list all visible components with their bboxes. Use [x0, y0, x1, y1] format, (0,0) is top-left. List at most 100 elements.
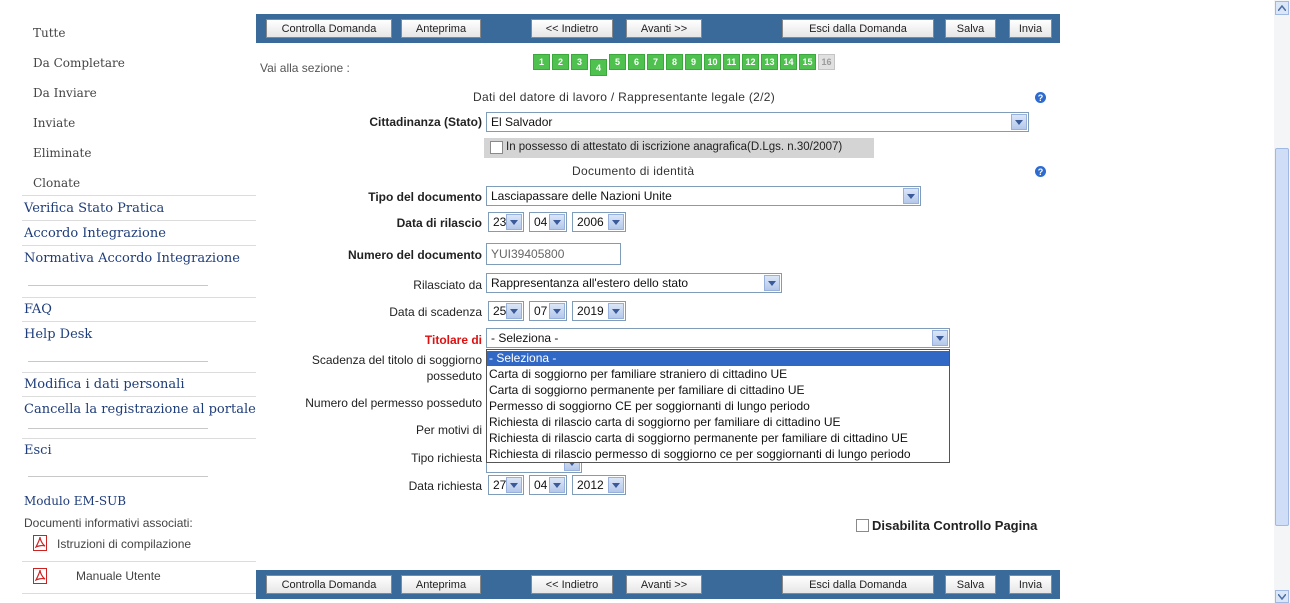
section-nav-15[interactable]: 15 [799, 54, 816, 70]
data-richiesta-day-select[interactable]: 27 [488, 475, 524, 495]
attestato-label: In possesso di attestato di iscrizione a… [506, 141, 843, 153]
help-icon[interactable]: ? [1035, 92, 1046, 103]
doc-istruzioni-link[interactable]: Istruzioni di compilazione [57, 537, 191, 551]
sidebar-link-esci[interactable]: Esci [24, 443, 52, 458]
dropdown-option[interactable]: Carta di soggiorno per familiare stranie… [487, 367, 949, 382]
data-rilascio-day-select[interactable]: 23 [488, 212, 524, 232]
data-rilascio-day: 23 [493, 215, 507, 229]
numero-documento-input[interactable]: YUI39405800 [486, 243, 621, 265]
attestato-row: In possesso di attestato di iscrizione a… [484, 138, 874, 158]
controlla-domanda-button[interactable]: Controlla Domanda [266, 19, 392, 38]
dropdown-option[interactable]: Permesso di soggiorno CE per soggiornant… [487, 399, 949, 414]
sidebar: Tutte Da Completare Da Inviare Inviate E… [0, 0, 256, 603]
section-nav-3[interactable]: 3 [571, 54, 588, 70]
data-rilascio-year-select[interactable]: 2006 [572, 212, 626, 232]
scrollbar[interactable] [1274, 0, 1290, 603]
sidebar-item-eliminate[interactable]: Eliminate [33, 146, 91, 160]
cittadinanza-select[interactable]: El Salvador [486, 112, 1029, 132]
dropdown-option[interactable]: Richiesta di rilascio permesso di soggio… [487, 447, 949, 462]
section-nav-6[interactable]: 6 [628, 54, 645, 70]
sidebar-item-da-inviare[interactable]: Da Inviare [33, 86, 97, 100]
sidebar-item-inviate[interactable]: Inviate [33, 116, 75, 130]
section-nav-8[interactable]: 8 [666, 54, 683, 70]
data-richiesta-year-select[interactable]: 2012 [572, 475, 626, 495]
invia-button[interactable]: Invia [1009, 575, 1052, 594]
sidebar-link-modifica-dati[interactable]: Modifica i dati personali [24, 377, 185, 392]
indietro-button[interactable]: << Indietro [531, 19, 613, 38]
section-nav-11[interactable]: 11 [723, 54, 740, 70]
avanti-button[interactable]: Avanti >> [626, 575, 702, 594]
section-nav-10[interactable]: 10 [704, 54, 721, 70]
section-nav-16: 16 [818, 54, 835, 70]
numero-permesso-label: Numero del permesso posseduto [305, 396, 482, 410]
data-rilascio-month-select[interactable]: 04 [529, 212, 567, 232]
controlla-domanda-button[interactable]: Controlla Domanda [266, 575, 392, 594]
sidebar-link-normativa[interactable]: Normativa Accordo Integrazione [24, 251, 240, 266]
salva-button[interactable]: Salva [945, 19, 996, 38]
data-richiesta-label: Data richiesta [408, 479, 482, 493]
section-nav-9[interactable]: 9 [685, 54, 702, 70]
dropdown-option[interactable]: - Seleziona - [487, 351, 949, 366]
sidebar-link-cancella-registrazione[interactable]: Cancella la registrazione al portale [24, 402, 256, 417]
anteprima-button[interactable]: Anteprima [401, 19, 481, 38]
section-nav-4[interactable]: 4 [590, 59, 607, 76]
section-nav-5[interactable]: 5 [609, 54, 626, 70]
data-richiesta-month-select[interactable]: 04 [529, 475, 567, 495]
chevron-down-icon [608, 303, 624, 319]
data-scadenza-day: 25 [493, 304, 507, 318]
scroll-up-icon[interactable] [1275, 1, 1289, 15]
data-scadenza-year-select[interactable]: 2019 [572, 301, 626, 321]
chevron-down-icon [549, 477, 565, 493]
data-scadenza-month-select[interactable]: 07 [529, 301, 567, 321]
esci-domanda-button[interactable]: Esci dalla Domanda [782, 19, 934, 38]
chevron-down-icon [506, 477, 522, 493]
anteprima-button[interactable]: Anteprima [401, 575, 481, 594]
esci-domanda-button[interactable]: Esci dalla Domanda [782, 575, 934, 594]
scroll-down-icon[interactable] [1275, 590, 1289, 603]
attestato-checkbox[interactable] [490, 141, 503, 154]
modulo-title: Modulo EM-SUB [24, 494, 127, 508]
sidebar-link-accordo-integrazione[interactable]: Accordo Integrazione [24, 226, 166, 241]
section-nav-12[interactable]: 12 [742, 54, 759, 70]
tipo-documento-select[interactable]: Lasciapassare delle Nazioni Unite [486, 186, 921, 206]
data-rilascio-month: 04 [534, 215, 548, 229]
scrollbar-thumb[interactable] [1275, 148, 1289, 526]
divider [22, 245, 256, 246]
divider [22, 396, 256, 397]
indietro-button[interactable]: << Indietro [531, 575, 613, 594]
titolare-dropdown-list: - Seleziona - Carta di soggiorno per fam… [486, 349, 950, 463]
chevron-down-icon [608, 477, 624, 493]
sidebar-link-help-desk[interactable]: Help Desk [24, 327, 92, 342]
data-richiesta-day: 27 [493, 478, 507, 492]
section-nav-13[interactable]: 13 [761, 54, 778, 70]
pdf-icon [33, 535, 47, 551]
salva-button[interactable]: Salva [945, 575, 996, 594]
scadenza-titolo-label-1: Scadenza del titolo di soggiorno [311, 353, 482, 367]
data-scadenza-month: 07 [534, 304, 548, 318]
scadenza-titolo-label-2: posseduto [426, 369, 482, 383]
divider [22, 372, 256, 373]
dropdown-option[interactable]: Richiesta di rilascio carta di soggiorno… [487, 415, 949, 430]
section-nav-2[interactable]: 2 [552, 54, 569, 70]
data-scadenza-day-select[interactable]: 25 [488, 301, 524, 321]
invia-button[interactable]: Invia [1009, 19, 1052, 38]
sidebar-item-da-completare[interactable]: Da Completare [33, 56, 125, 70]
data-richiesta-year: 2012 [577, 478, 604, 492]
section-nav-14[interactable]: 14 [780, 54, 797, 70]
sidebar-item-clonate[interactable]: Clonate [33, 176, 80, 190]
titolare-select[interactable]: - Seleziona - [486, 328, 950, 348]
doc-manuale-link[interactable]: Manuale Utente [76, 569, 161, 583]
sidebar-link-verifica-stato[interactable]: Verifica Stato Pratica [24, 201, 164, 216]
sidebar-item-tutte[interactable]: Tutte [33, 26, 65, 40]
dropdown-option[interactable]: Richiesta di rilascio carta di soggiorno… [487, 431, 949, 446]
dropdown-option[interactable]: Carta di soggiorno permanente per famili… [487, 383, 949, 398]
sidebar-link-faq[interactable]: FAQ [24, 302, 52, 317]
rilasciato-select[interactable]: Rappresentanza all'estero dello stato [486, 273, 782, 293]
divider [22, 438, 256, 439]
per-motivi-label: Per motivi di [415, 423, 482, 437]
section-nav-7[interactable]: 7 [647, 54, 664, 70]
disabilita-controllo-checkbox[interactable] [856, 519, 869, 532]
help-icon[interactable]: ? [1035, 166, 1046, 177]
section-nav-1[interactable]: 1 [533, 54, 550, 70]
avanti-button[interactable]: Avanti >> [626, 19, 702, 38]
